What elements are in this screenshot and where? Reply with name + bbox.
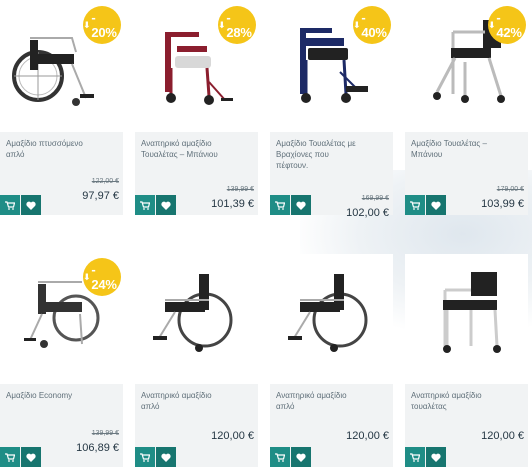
discount-badge: ⬇ - 40% [353, 6, 391, 44]
heart-icon [161, 201, 171, 210]
discount-badge: ⬇ - 28% [218, 6, 256, 44]
discount-text: - 42% [496, 10, 522, 40]
add-to-cart-button[interactable] [405, 447, 425, 467]
price: 120,00 € [211, 430, 254, 442]
discount-badge: ⬇ - 42% [488, 6, 526, 44]
product-name[interactable]: Αμαξίδιο πτυσσόμενο απλό [6, 138, 90, 160]
old-price: 139,99 € [226, 186, 254, 193]
product-image[interactable] [270, 254, 393, 384]
price: 120,00 € [346, 430, 389, 442]
discount-text: - 20% [91, 10, 117, 40]
down-arrow-icon: ⬇ [353, 19, 361, 30]
wishlist-button[interactable] [291, 195, 311, 215]
price: 120,00 € [481, 430, 524, 442]
product-card[interactable]: ⬇ - 40% Αμαξίδιο Τουαλέτας με Βραχίονες π… [270, 2, 393, 219]
cart-icon [275, 200, 285, 210]
old-price: 179,00 € [496, 186, 524, 193]
product-name[interactable]: Αναπηρικό αμαξίδιο Τουαλέτας – Μπάνιου [141, 138, 225, 160]
add-to-cart-button[interactable] [270, 195, 290, 215]
heart-icon [296, 453, 306, 462]
discount-badge: ⬇ - 24% [83, 258, 121, 296]
add-to-cart-button[interactable] [135, 195, 155, 215]
product-name[interactable]: Αμαξίδιο Τουαλέτας – Μπάνιου [411, 138, 495, 160]
add-to-cart-button[interactable] [405, 195, 425, 215]
price: 97,97 € [82, 190, 119, 202]
heart-icon [296, 201, 306, 210]
product-card[interactable]: ⬇ - 20% Αμαξίδιο πτυσσόμενο απλό 122,00 €… [0, 2, 123, 215]
add-to-cart-button[interactable] [0, 195, 20, 215]
wishlist-button[interactable] [21, 195, 41, 215]
discount-badge: ⬇ - 20% [83, 6, 121, 44]
add-to-cart-button[interactable] [135, 447, 155, 467]
wheelchair-image [443, 272, 501, 353]
cart-icon [140, 200, 150, 210]
old-price: 139,99 € [91, 430, 119, 437]
discount-text: - 40% [361, 10, 387, 40]
wheelchair-image [153, 274, 233, 352]
price: 106,89 € [76, 442, 119, 454]
cart-icon [5, 200, 15, 210]
product-card[interactable]: Αναπηρικό αμαξίδιο απλό 120,00 € [135, 254, 258, 467]
product-name[interactable]: Αναπηρικό αμαξίδιο τουαλέτας [411, 390, 495, 412]
product-card[interactable]: ⬇ - 28% Αναπηρικό αμαξίδιο Τουαλέτας – Μπ… [135, 2, 258, 215]
wishlist-button[interactable] [21, 447, 41, 467]
product-name[interactable]: Αμαξίδιο Τουαλέτας με Βραχίονες που πέφτ… [276, 138, 360, 171]
product-card[interactable]: Αναπηρικό αμαξίδιο τουαλέτας 120,00 € [405, 254, 528, 467]
down-arrow-icon: ⬇ [488, 19, 496, 30]
product-name[interactable]: Αναπηρικό αμαξίδιο απλό [141, 390, 225, 412]
heart-icon [161, 453, 171, 462]
wishlist-button[interactable] [156, 447, 176, 467]
product-name[interactable]: Αμαξίδιο Economy [6, 390, 90, 401]
cart-icon [140, 452, 150, 462]
wishlist-button[interactable] [426, 195, 446, 215]
product-image[interactable] [135, 254, 258, 384]
heart-icon [431, 201, 441, 210]
wheelchair-image [288, 274, 368, 352]
old-price: 169,99 € [361, 195, 389, 202]
cart-icon [410, 200, 420, 210]
product-name[interactable]: Αναπηρικό αμαξίδιο απλό [276, 390, 360, 412]
heart-icon [26, 453, 36, 462]
discount-text: - 24% [91, 262, 117, 292]
price: 103,99 € [481, 198, 524, 210]
down-arrow-icon: ⬇ [83, 271, 91, 282]
product-image[interactable] [405, 254, 528, 384]
down-arrow-icon: ⬇ [218, 19, 226, 30]
product-card[interactable]: ⬇ - 42% Αμαξίδιο Τουαλέτας – Μπάνιου 179,… [405, 2, 528, 215]
heart-icon [431, 453, 441, 462]
wishlist-button[interactable] [291, 447, 311, 467]
price: 101,39 € [211, 198, 254, 210]
cart-icon [5, 452, 15, 462]
wishlist-button[interactable] [426, 447, 446, 467]
price: 102,00 € [346, 207, 389, 219]
add-to-cart-button[interactable] [270, 447, 290, 467]
down-arrow-icon: ⬇ [83, 19, 91, 30]
heart-icon [26, 201, 36, 210]
add-to-cart-button[interactable] [0, 447, 20, 467]
old-price: 122,00 € [91, 178, 119, 185]
discount-text: - 28% [226, 10, 252, 40]
product-card[interactable]: Αναπηρικό αμαξίδιο απλό 120,00 € [270, 254, 393, 467]
cart-icon [410, 452, 420, 462]
wishlist-button[interactable] [156, 195, 176, 215]
cart-icon [275, 452, 285, 462]
product-card[interactable]: ⬇ - 24% Αμαξίδιο Economy 139,99 € 106,89 … [0, 254, 123, 467]
